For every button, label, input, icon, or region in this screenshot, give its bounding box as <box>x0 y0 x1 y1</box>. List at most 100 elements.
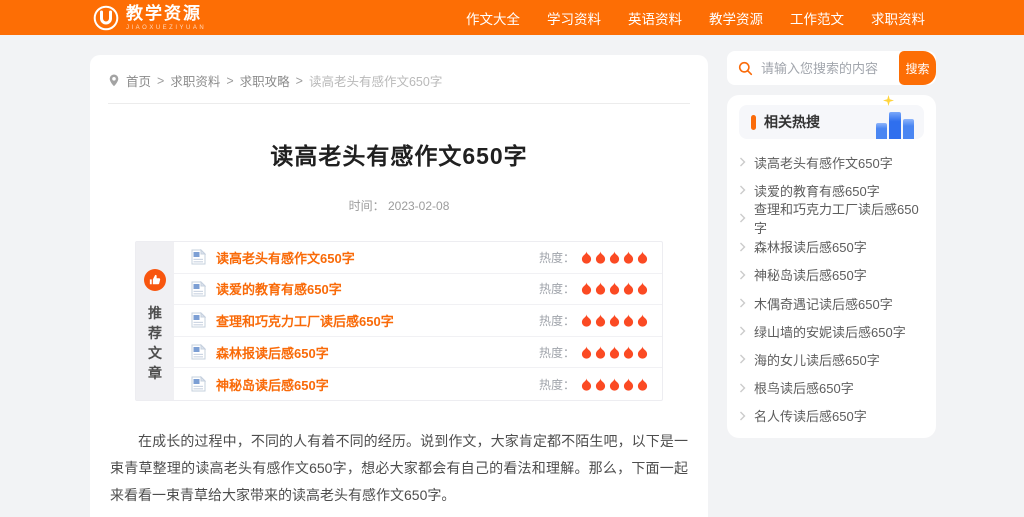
flame-icon <box>595 314 606 327</box>
accent-bar-icon <box>751 114 756 130</box>
recommend-list: 读高老头有感作文650字 热度： 读爱的教育有感650字 热度： 查理和巧克力工厂读后感… <box>174 242 662 400</box>
flame-icon <box>595 377 606 391</box>
doc-icon <box>191 376 206 392</box>
flame-icon <box>623 345 634 359</box>
recommend-label: 推荐文章 <box>148 305 162 381</box>
nav-item-2[interactable]: 学习资料 <box>547 8 601 28</box>
logo-title: 教学资源 <box>126 3 202 23</box>
hot-search-item-label: 海的女儿读后感650字 <box>754 352 880 368</box>
doc-icon <box>191 344 206 360</box>
hot-search-item-label: 读爱的教育有感650字 <box>754 183 880 199</box>
location-pin-icon <box>108 74 120 87</box>
hot-search-item-label: 森林报读后感650字 <box>754 240 867 256</box>
doc-icon <box>191 249 206 265</box>
chevron-right-icon <box>739 298 746 308</box>
flame-icon <box>581 250 592 264</box>
chevron-right-icon <box>739 157 746 167</box>
nav-item-6[interactable]: 求职资料 <box>871 8 925 28</box>
flame-icon <box>581 345 592 359</box>
breadcrumb-link[interactable]: 求职攻略 <box>240 71 290 90</box>
flame-icon <box>637 377 648 391</box>
flame-icon <box>637 314 648 327</box>
flame-icon <box>623 314 634 327</box>
nav-item-4[interactable]: 教学资源 <box>709 8 763 28</box>
heat-label: 热度： <box>538 377 575 392</box>
nav-item-5[interactable]: 工作范文 <box>790 8 844 28</box>
search-button[interactable]: 搜索 <box>899 51 936 85</box>
flame-icon <box>609 377 620 391</box>
recommend-row: 读爱的教育有感650字 热度： <box>174 274 662 306</box>
heat-label: 热度： <box>538 345 575 360</box>
chevron-right-icon <box>739 242 746 252</box>
flame-icon <box>609 250 620 264</box>
hot-search-item[interactable]: 神秘岛读后感650字 <box>739 261 924 289</box>
nav-item-1[interactable]: 作文大全 <box>466 8 520 28</box>
article-paragraph: 在成长的过程中，不同的人有着不同的经历。说到作文，大家肯定都不陌生吧，以下是一束… <box>110 432 688 503</box>
logo-icon <box>93 5 119 31</box>
hot-search-item[interactable]: 绿山墙的安妮读后感650字 <box>739 317 924 345</box>
heat-label: 热度： <box>538 250 575 265</box>
flame-icon <box>637 282 648 296</box>
site-logo[interactable]: 教学资源 JIAOXUEZIYUAN <box>93 5 206 31</box>
publish-time: 时间： 2023-02-08 <box>90 197 708 214</box>
breadcrumb-separator: > <box>295 73 303 88</box>
recommend-article-link[interactable]: 查理和巧克力工厂读后感650字 <box>216 311 394 330</box>
hot-bar-chart-icon <box>876 95 914 139</box>
nav-item-3[interactable]: 英语资料 <box>628 8 682 28</box>
hot-search-title: 相关热搜 <box>764 114 820 130</box>
flame-icon <box>623 282 634 296</box>
doc-icon <box>191 280 206 297</box>
flame-icon <box>609 314 620 327</box>
chevron-right-icon <box>739 185 746 195</box>
hot-search-item[interactable]: 海的女儿读后感650字 <box>739 345 924 373</box>
flame-icon <box>623 250 634 264</box>
recommend-row: 森林报读后感650字 热度： <box>174 337 662 369</box>
breadcrumb-separator: > <box>226 73 234 88</box>
flame-icon <box>595 345 606 359</box>
breadcrumb-link[interactable]: 求职资料 <box>170 71 220 90</box>
recommend-side: 推荐文章 <box>136 242 174 400</box>
breadcrumb-current: 读高老头有感作文650字 <box>308 75 443 89</box>
recommend-box: 推荐文章 读高老头有感作文650字 热度： 读爱的教育有感650字 热度： 查理和巧克力… <box>135 241 663 401</box>
hot-search-item-label: 木偶奇遇记读后感650字 <box>754 296 893 312</box>
chevron-right-icon <box>739 213 746 223</box>
search-bar: 搜索 <box>727 51 936 85</box>
flame-icon <box>595 250 606 264</box>
heat-rating: 热度： <box>539 312 648 329</box>
hot-search-item[interactable]: 木偶奇遇记读后感650字 <box>739 289 924 317</box>
chevron-right-icon <box>739 326 746 336</box>
flame-icon <box>581 314 592 327</box>
sidebar: 搜索 相关热搜 读高老头有感作文650字读爱的教育有感650字查理和巧克力工厂读… <box>727 51 936 438</box>
recommend-article-link[interactable]: 神秘岛读后感650字 <box>216 375 329 394</box>
flame-icon <box>581 377 592 391</box>
recommend-row: 查理和巧克力工厂读后感650字 热度： <box>174 305 662 337</box>
search-icon <box>738 61 753 76</box>
heat-rating: 热度： <box>539 280 648 297</box>
chevron-right-icon <box>739 354 746 364</box>
breadcrumb-divider <box>108 103 690 104</box>
flame-icon <box>609 345 620 359</box>
hot-search-panel: 相关热搜 读高老头有感作文650字 读爱的教育有感650字查理和巧克力工厂读后感6… <box>727 95 936 438</box>
recommend-row: 读高老头有感作文650字 热度： <box>174 242 662 274</box>
recommend-article-link[interactable]: 森林报读后感650字 <box>216 343 329 362</box>
chevron-right-icon <box>739 383 746 393</box>
hot-search-item[interactable]: 名人传读后感650字 <box>739 402 924 430</box>
hot-search-item-label: 查理和巧克力工厂读后感650字 <box>754 202 919 237</box>
hot-search-list: 读高老头有感作文650字 读爱的教育有感650字查理和巧克力工厂读后感650字森林… <box>739 139 924 430</box>
chevron-right-icon <box>739 411 746 421</box>
heat-rating: 热度： <box>539 376 648 393</box>
breadcrumb-link[interactable]: 首页 <box>126 71 151 90</box>
hot-search-item-label: 名人传读后感650字 <box>754 409 867 425</box>
heat-label: 热度： <box>538 282 575 297</box>
hot-search-item[interactable]: 查理和巧克力工厂读后感650字 <box>739 202 924 236</box>
breadcrumb-items: 首页 > 求职资料 > 求职攻略 > 读高老头有感作文650字 <box>126 71 442 90</box>
time-value: 2023-02-08 <box>387 199 450 213</box>
hot-search-item-label: 读高老头有感作文650字 <box>754 155 893 171</box>
recommend-row: 神秘岛读后感650字 热度： <box>174 368 662 400</box>
hot-search-item[interactable]: 读高老头有感作文650字 <box>739 148 924 176</box>
hot-search-item[interactable]: 根鸟读后感650字 <box>739 374 924 402</box>
thumb-up-icon <box>144 269 166 291</box>
recommend-article-link[interactable]: 读高老头有感作文650字 <box>216 248 355 267</box>
recommend-article-link[interactable]: 读爱的教育有感650字 <box>216 279 342 298</box>
flame-icon <box>623 377 634 391</box>
